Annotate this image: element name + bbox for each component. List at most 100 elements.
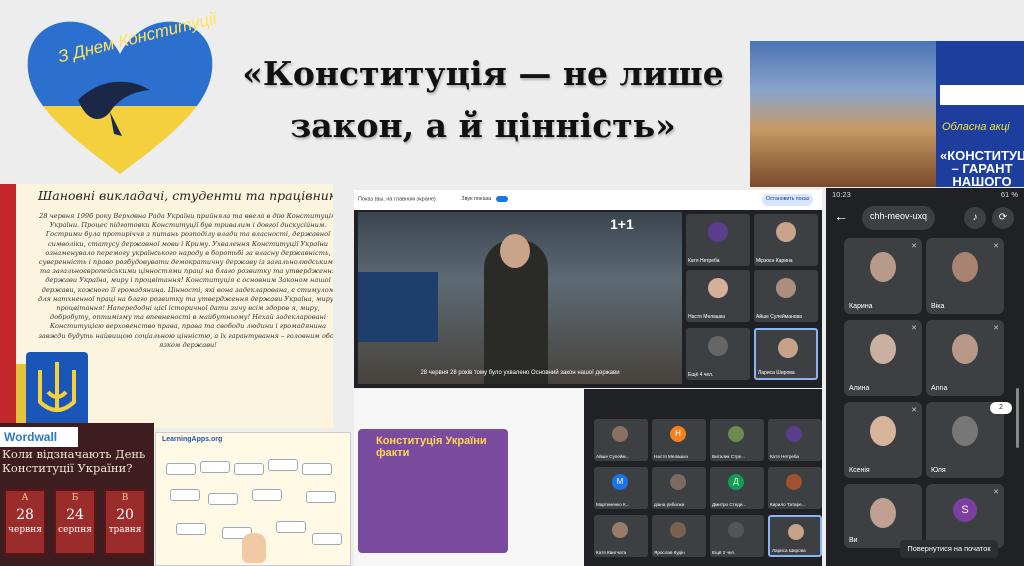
participant-tile[interactable]: ✕Юля — [926, 402, 1004, 478]
participant-tile[interactable]: Настя Мелашка — [686, 270, 750, 322]
meeting-code-chip[interactable]: chh-meov-uxq — [862, 206, 936, 230]
quiz-option-b[interactable]: Б 24 серпня — [54, 489, 96, 555]
participant-name: Віка — [931, 303, 945, 310]
title-line-1: «Конституція — не лише — [242, 54, 724, 93]
avatar — [788, 524, 804, 540]
stop-sharing-button[interactable]: Остановить показ — [762, 194, 814, 206]
video-caption: 28 червня 28 років тому було ухвалено Ос… — [420, 370, 620, 376]
mic-off-icon: ✕ — [911, 407, 917, 414]
la-card[interactable] — [268, 459, 298, 471]
avatar — [612, 426, 628, 442]
la-card[interactable] — [276, 521, 306, 533]
la-card[interactable] — [176, 523, 206, 535]
participant-face — [952, 416, 978, 446]
constitution-day-heart-logo: З Днем Конституції — [18, 8, 223, 178]
participant-tile[interactable]: ✕ Карина — [844, 238, 922, 314]
avatar — [670, 522, 686, 538]
participant-tile[interactable]: Ярослав Кудін — [652, 515, 706, 557]
option-letter: Б — [71, 493, 79, 503]
participant-name: Настя Мелашка — [688, 314, 725, 320]
return-to-start-button[interactable]: Повернутися на початок — [900, 540, 998, 558]
participant-name: Айше Сулейманова — [756, 314, 802, 320]
mic-off-icon: ✕ — [993, 325, 999, 332]
participant-tile[interactable]: ✕ Алина — [844, 320, 922, 396]
participant-tile[interactable]: М Мартиненко К... — [594, 467, 648, 509]
speaker-icon[interactable]: ♪ — [964, 207, 986, 229]
poster-emblems — [940, 85, 1024, 105]
learningapps-logo: LearningApps.org — [162, 436, 223, 443]
sound-toggle-icon[interactable] — [495, 196, 508, 202]
la-card[interactable] — [252, 489, 282, 501]
la-card[interactable] — [200, 461, 230, 473]
avatar — [778, 338, 798, 358]
slide-title: Конституція України факти — [376, 435, 487, 459]
participant-tile[interactable]: Катя Нетреба — [768, 419, 822, 461]
participant-face — [870, 498, 896, 528]
participant-tile[interactable]: Айше Сулейм... — [594, 419, 648, 461]
video-meeting-screen-share: Показ (вы, на главном экране) Звук показ… — [354, 190, 822, 388]
poster-slogan: «КОНСТИТУЦІЯ – ГАРАНТ НАШОГО МАЙБУТНЬОГО… — [940, 148, 1024, 187]
participant-name: Ещё 2 чел. — [712, 550, 736, 555]
participant-tile[interactable]: Н Настя Мелашка — [652, 419, 706, 461]
participant-tile[interactable]: Виталик Стре... — [710, 419, 764, 461]
participant-tile[interactable]: Д Дмитро Стеди... — [710, 467, 764, 509]
quiz-option-c[interactable]: В 20 травня — [104, 489, 146, 555]
back-arrow-icon[interactable]: ← — [834, 208, 858, 230]
participant-name: Катя Квитчата — [596, 550, 627, 555]
speaker-head — [500, 234, 530, 268]
scrollbar[interactable] — [1016, 388, 1019, 448]
participant-tile[interactable]: Мірзоєн Карина — [754, 214, 818, 266]
letter-heading: Шановні викладачі, студенти та працівник… — [38, 188, 333, 203]
participant-tile-active[interactable]: Лариса Широва — [754, 328, 818, 380]
participant-tile[interactable]: S ✕ — [926, 484, 1004, 548]
campaign-poster: Обласна акці «КОНСТИТУЦІЯ – ГАРАНТ НАШОГ… — [750, 41, 1024, 187]
participant-tile[interactable]: діана рибалка — [652, 467, 706, 509]
option-number: 20 — [116, 507, 134, 523]
participant-tile[interactable]: Ещё 2 чел. — [710, 515, 764, 557]
la-card[interactable] — [170, 489, 200, 501]
mic-off-icon: ✕ — [993, 489, 999, 496]
participant-tile[interactable]: Катя Нетреба — [686, 214, 750, 266]
option-number: 24 — [66, 507, 84, 523]
avatar — [786, 474, 802, 490]
share-sound-label: Звук показа — [461, 196, 492, 203]
page-title: «Конституція — не лише закон, а й цінніс… — [228, 48, 738, 152]
participant-name: Ярослав Кудін — [654, 550, 685, 555]
participant-tile-self[interactable]: Ви — [844, 484, 922, 548]
la-card[interactable] — [312, 533, 342, 545]
wordwall-brand: Wordwall — [4, 430, 58, 444]
meeting-code: chh-meov-uxq — [870, 211, 928, 221]
participant-face — [952, 252, 978, 282]
quiz-option-a[interactable]: A 28 червня — [4, 489, 46, 555]
avatar-letter: Н — [670, 426, 686, 442]
participant-tile[interactable]: ✕ Віка — [926, 238, 1004, 314]
avatar — [708, 336, 728, 356]
la-card[interactable] — [234, 463, 264, 475]
avatar-letter: Д — [728, 474, 744, 490]
participant-tile[interactable]: Айше Сулейманова — [754, 270, 818, 322]
la-card[interactable] — [166, 463, 196, 475]
participant-name: Дмитро Стеди... — [712, 502, 747, 507]
participant-tile[interactable]: Кирило Татаре... — [768, 467, 822, 509]
participant-tile[interactable]: Катя Квитчата — [594, 515, 648, 557]
la-card[interactable] — [208, 493, 238, 505]
participant-name: Настя Мелашка — [654, 454, 688, 459]
participant-tile[interactable]: ✕ Ксенія — [844, 402, 922, 478]
participant-tile-active[interactable]: Лариса Широва — [768, 515, 822, 557]
avatar-letter: S — [953, 498, 977, 522]
train-shape — [358, 272, 438, 342]
participant-name: Мартиненко К... — [596, 502, 630, 507]
la-card[interactable] — [306, 491, 336, 503]
avatar — [728, 426, 744, 442]
option-month: червня — [8, 525, 42, 535]
participant-tile[interactable]: Ещё 4 чел. — [686, 328, 750, 380]
avatar — [708, 278, 728, 298]
la-card[interactable] — [302, 463, 332, 475]
participant-name: Кирило Татаре... — [770, 502, 806, 507]
switch-camera-icon[interactable]: ⟳ — [992, 207, 1014, 229]
mic-off-icon: ✕ — [993, 243, 999, 250]
participant-name: Катя Нетреба — [688, 258, 720, 264]
video-meeting-presentation: Конституція України факти Айше Сулейм...… — [354, 389, 822, 566]
participant-tile[interactable]: ✕ Anna — [926, 320, 1004, 396]
title-line-2: закон, а й цінність» — [290, 106, 676, 145]
